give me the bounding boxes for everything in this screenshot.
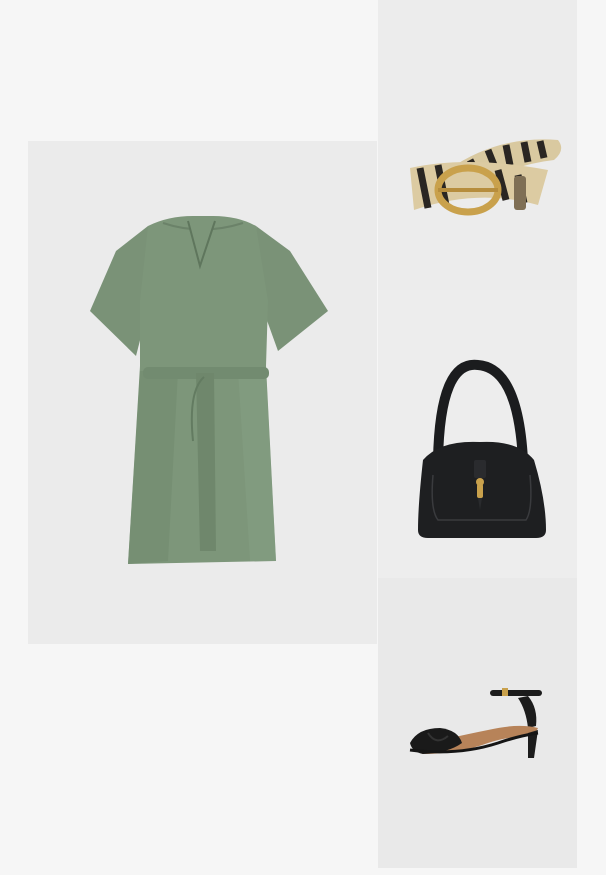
belt-panel[interactable] [378,0,577,290]
black-hobo-bag-icon [418,359,546,538]
green-tunic-dress-icon [90,216,328,564]
black-heeled-sandal-icon [409,688,542,758]
zebra-print-belt-icon [410,139,562,216]
sandal-panel[interactable] [378,578,577,868]
dress-panel[interactable] [28,141,377,644]
bag-panel[interactable] [378,290,577,578]
